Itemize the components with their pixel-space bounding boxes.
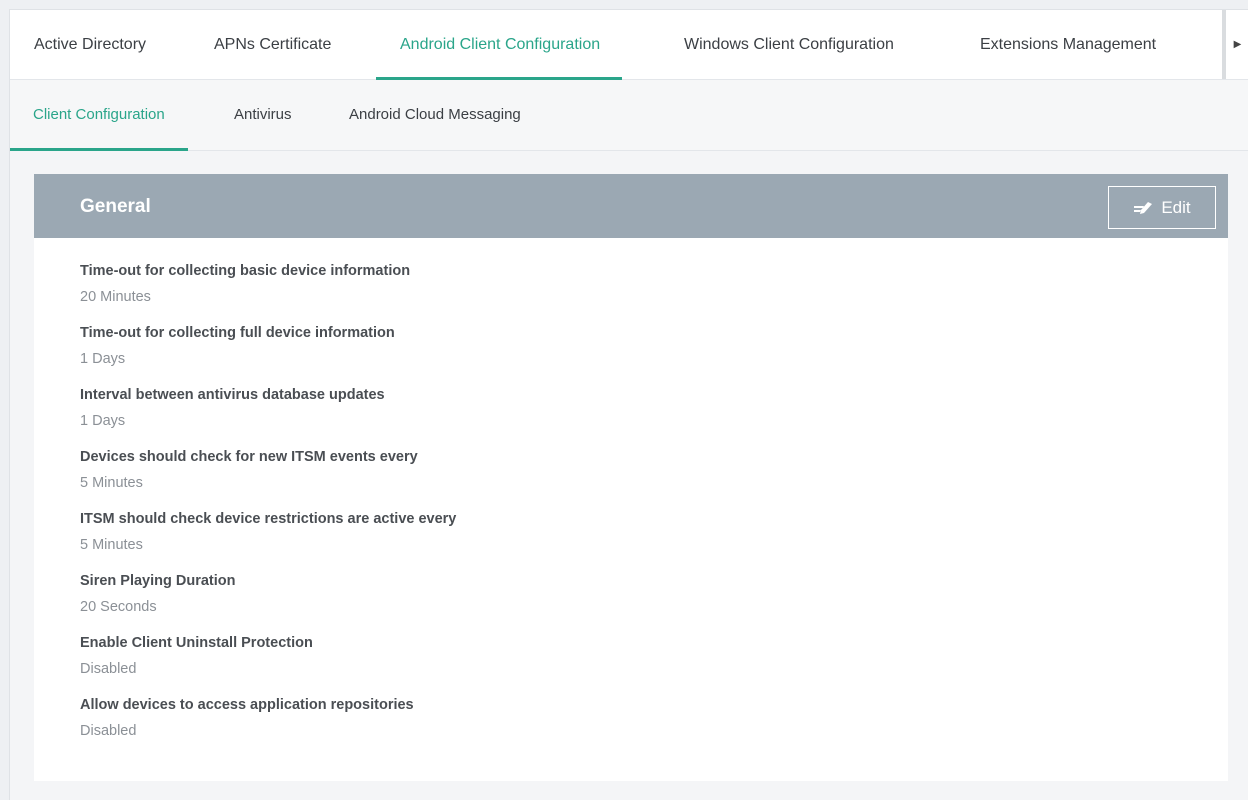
field-label: Enable Client Uninstall Protection: [80, 635, 313, 651]
field-value: 5 Minutes: [80, 475, 143, 491]
active-subtab-indicator: [10, 148, 188, 151]
field-label: Interval between antivirus database upda…: [80, 387, 385, 403]
tab-android-client-configuration[interactable]: Android Client Configuration: [376, 10, 623, 80]
field-restrictions-check: ITSM should check device restrictions ar…: [80, 508, 456, 557]
field-basic-info-timeout: Time-out for collecting basic device inf…: [80, 260, 410, 309]
field-antivirus-update-interval: Interval between antivirus database upda…: [80, 384, 385, 433]
field-value: 1 Days: [80, 413, 126, 429]
section-title: General: [80, 196, 151, 217]
field-label: Allow devices to access application repo…: [80, 697, 414, 713]
field-itsm-events-check: Devices should check for new ITSM events…: [80, 446, 418, 495]
subtab-android-cloud-messaging[interactable]: Android Cloud Messaging: [349, 80, 521, 150]
subtab-client-configuration[interactable]: Client Configuration: [10, 80, 188, 151]
field-value: 20 Minutes: [80, 289, 151, 305]
subtab-label: Android Cloud Messaging: [349, 106, 521, 123]
field-value: 1 Days: [80, 351, 126, 367]
field-label: Time-out for collecting full device info…: [80, 325, 395, 341]
field-label: Devices should check for new ITSM events…: [80, 449, 418, 465]
field-value: 20 Seconds: [80, 599, 157, 615]
tab-label: APNs Certificate: [214, 36, 332, 53]
tab-label: Extensions Management: [980, 36, 1157, 53]
triangle-right-icon: ▶: [1233, 39, 1242, 50]
field-value: Disabled: [80, 661, 137, 677]
tab-label: Windows Client Configuration: [684, 36, 894, 53]
edit-button[interactable]: Edit: [1108, 186, 1216, 229]
tab-apns-certificate[interactable]: APNs Certificate: [214, 10, 331, 79]
field-value: Disabled: [80, 723, 137, 739]
field-full-info-timeout: Time-out for collecting full device info…: [80, 322, 395, 371]
tab-label: Android Client Configuration: [400, 36, 601, 53]
card-header: General Edit: [34, 174, 1228, 238]
pencil-edit-icon: [1133, 201, 1153, 215]
field-uninstall-protection: Enable Client Uninstall Protection Disab…: [80, 632, 313, 681]
subtab-label: Client Configuration: [33, 106, 165, 123]
tab-active-directory[interactable]: Active Directory: [34, 10, 146, 79]
tab-label: Active Directory: [34, 36, 147, 53]
field-label: ITSM should check device restrictions ar…: [80, 511, 457, 527]
field-siren-duration: Siren Playing Duration 20 Seconds: [80, 570, 236, 619]
subtab-antivirus[interactable]: Antivirus: [234, 80, 292, 150]
general-settings-card: General Edit Time-out for collecting bas…: [34, 174, 1228, 781]
tab-windows-client-configuration[interactable]: Windows Client Configuration: [684, 10, 894, 79]
field-label: Siren Playing Duration: [80, 573, 236, 589]
configuration-panel: Active Directory APNs Certificate Androi…: [9, 9, 1248, 800]
edit-label: Edit: [1161, 197, 1191, 217]
tab-extensions-management[interactable]: Extensions Management: [980, 10, 1156, 79]
sub-tab-bar: Client Configuration Antivirus Android C…: [10, 80, 1248, 151]
field-value: 5 Minutes: [80, 537, 143, 553]
field-label: Time-out for collecting basic device inf…: [80, 263, 411, 279]
subtab-label: Antivirus: [234, 106, 292, 123]
main-tab-bar: Active Directory APNs Certificate Androi…: [10, 10, 1248, 80]
tabs-scroll-right-button[interactable]: ▶: [1222, 10, 1248, 79]
field-app-repository-access: Allow devices to access application repo…: [80, 694, 414, 743]
